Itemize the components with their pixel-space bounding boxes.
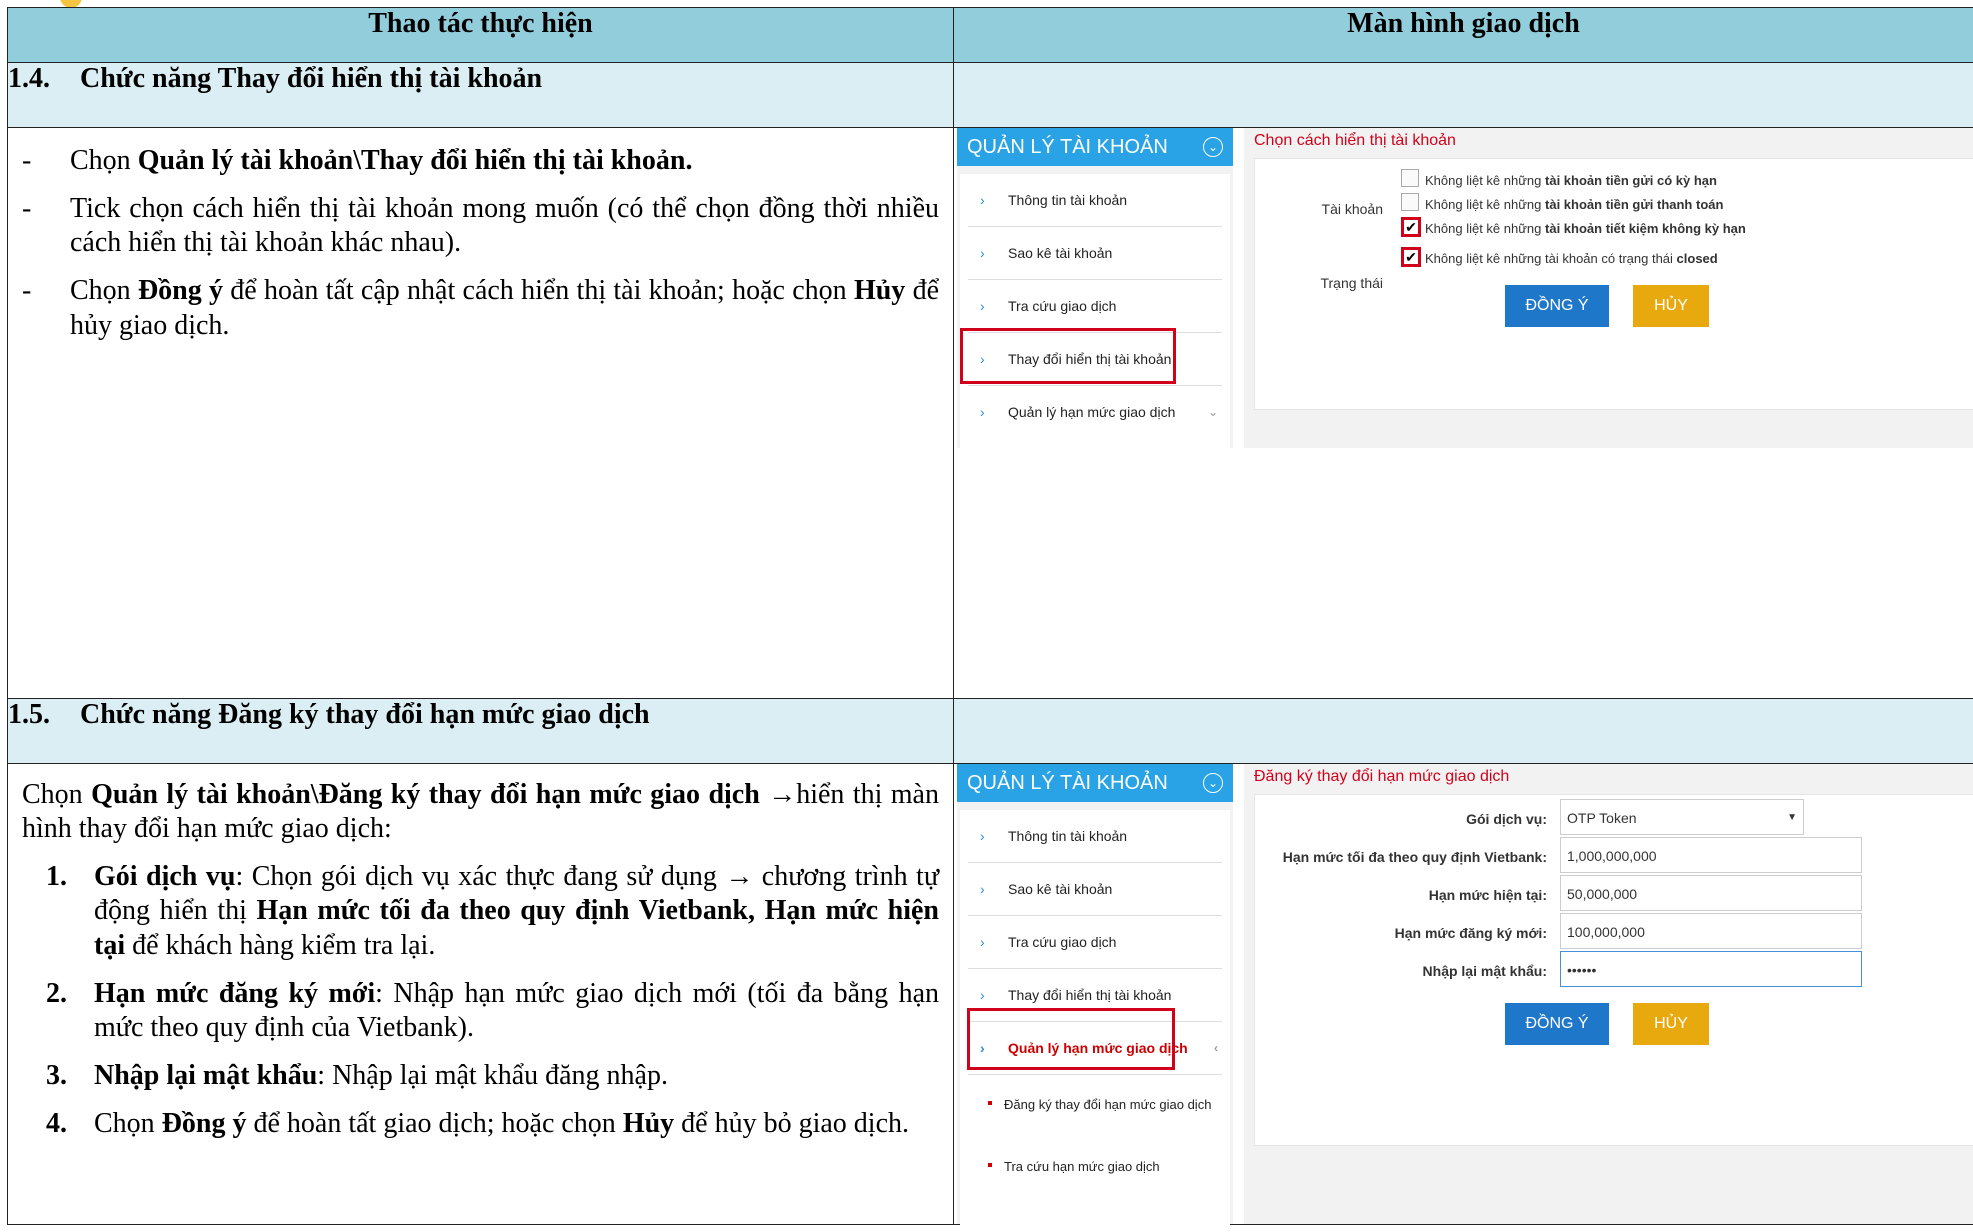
section-title-1-4: 1.4.Chức năng Thay đổi hiển thị tài khoả…	[8, 63, 954, 128]
chevron-down-icon: ⌄	[1208, 386, 1218, 438]
max-limit-field[interactable]: 1,000,000,000	[1560, 837, 1862, 873]
bullet-icon	[988, 1163, 992, 1167]
submenu-register-limit[interactable]: Đăng ký thay đổi hạn mức giao dịch	[960, 1095, 1230, 1135]
chevron-right-icon: ›	[980, 863, 985, 915]
step: 1.Gói dịch vụ: Chọn gói dịch vụ xác thực…	[46, 860, 939, 962]
step: -Chọn Đồng ý để hoàn tất cập nhật cách h…	[22, 274, 939, 342]
chevron-left-icon: ‹	[1214, 1022, 1218, 1074]
section-title-1-5: 1.5.Chức năng Đăng ký thay đổi hạn mức g…	[8, 699, 954, 764]
checkbox-closed-status[interactable]: ✔	[1401, 247, 1421, 267]
checkbox-payment-deposit[interactable]	[1401, 193, 1419, 211]
chevron-right-icon: ›	[980, 280, 985, 332]
section-1-4-screenshot: QUẢN LÝ TÀI KHOẢN⌄ ›Thông tin tài khoản …	[954, 128, 1973, 699]
menu-item-statement[interactable]: ›Sao kê tài khoản	[968, 863, 1222, 916]
checkbox-savings-no-term[interactable]: ✔	[1401, 217, 1421, 237]
step: 2.Hạn mức đăng ký mới: Nhập hạn mức giao…	[46, 977, 939, 1045]
menu-item-account-info[interactable]: ›Thông tin tài khoản	[968, 810, 1222, 863]
label-service-package: Gói dịch vụ:	[1255, 811, 1547, 827]
chevron-right-icon: ›	[980, 174, 985, 226]
menu-item-transaction-lookup[interactable]: ›Tra cứu giao dịch	[968, 280, 1222, 333]
panel-title: Đăng ký thay đổi hạn mức giao dịch	[1254, 768, 1509, 786]
step: 4.Chọn Đồng ý để hoàn tất giao dịch; hoặ…	[46, 1107, 939, 1141]
chevron-down-icon[interactable]: ⌄	[1203, 773, 1223, 793]
step: -Chọn Quản lý tài khoản\Thay đổi hiển th…	[22, 144, 939, 178]
chevron-right-icon: ›	[980, 916, 985, 968]
menu-item-limit-management[interactable]: ›Quản lý hạn mức giao dịch⌄	[968, 386, 1222, 438]
label-account: Tài khoản	[1295, 201, 1383, 217]
current-limit-field[interactable]: 50,000,000	[1560, 875, 1862, 911]
panel-title: Chọn cách hiển thị tài khoản	[1254, 132, 1456, 150]
new-limit-field[interactable]: 100,000,000	[1560, 913, 1862, 949]
limit-form-panel: Gói dịch vụ: OTP Token▼ Hạn mức tối đa t…	[1254, 794, 1973, 1146]
chevron-down-icon[interactable]: ⌄	[1203, 137, 1223, 157]
label-password: Nhập lại mật khẩu:	[1255, 963, 1547, 979]
label-current-limit: Hạn mức hiện tại:	[1255, 887, 1547, 903]
highlight-box	[960, 328, 1176, 384]
section-1-5-steps: Chọn Quản lý tài khoản\Đăng ký thay đổi …	[8, 764, 954, 1225]
section-1-5-screenshot: QUẢN LÝ TÀI KHOẢN⌄ ›Thông tin tài khoản …	[954, 764, 1973, 1225]
step: 3.Nhập lại mật khẩu: Nhập lại mật khẩu đ…	[46, 1059, 939, 1093]
display-options-panel: Tài khoản Trạng thái Không liệt kê những…	[1254, 158, 1973, 410]
agree-button[interactable]: ĐỒNG Ý	[1505, 285, 1609, 327]
column-header-actions: Thao tác thực hiện	[8, 8, 954, 63]
menu-item-statement[interactable]: ›Sao kê tài khoản	[968, 227, 1222, 280]
cancel-button[interactable]: HỦY	[1633, 1003, 1709, 1045]
label-new-limit: Hạn mức đăng ký mới:	[1255, 925, 1547, 941]
agree-button[interactable]: ĐỒNG Ý	[1505, 1003, 1609, 1045]
chevron-down-icon: ▼	[1787, 800, 1797, 836]
submenu-lookup-limit[interactable]: Tra cứu hạn mức giao dịch	[960, 1157, 1230, 1177]
label-status: Trạng thái	[1295, 275, 1383, 291]
step: -Tick chọn cách hiển thị tài khoản mong …	[22, 192, 939, 260]
instruction-table: Thao tác thực hiện Màn hình giao dịch 1.…	[7, 7, 1973, 1225]
bullet-icon	[988, 1101, 992, 1105]
checkbox-term-deposit[interactable]	[1401, 169, 1419, 187]
menu-item-account-info[interactable]: ›Thông tin tài khoản	[968, 174, 1222, 227]
cancel-button[interactable]: HỦY	[1633, 285, 1709, 327]
label-max-limit: Hạn mức tối đa theo quy định Vietbank:	[1255, 849, 1547, 865]
section-1-4-steps: -Chọn Quản lý tài khoản\Thay đổi hiển th…	[8, 128, 954, 699]
intro-text: Chọn Quản lý tài khoản\Đăng ký thay đổi …	[22, 778, 939, 846]
chevron-right-icon: ›	[980, 810, 985, 862]
password-field[interactable]: ••••••	[1560, 951, 1862, 987]
account-menu: QUẢN LÝ TÀI KHOẢN⌄ ›Thông tin tài khoản …	[957, 764, 1233, 1224]
chevron-right-icon: ›	[980, 386, 985, 438]
menu-item-transaction-lookup[interactable]: ›Tra cứu giao dịch	[968, 916, 1222, 969]
highlight-box	[967, 1008, 1175, 1070]
chevron-right-icon: ›	[980, 227, 985, 279]
service-package-select[interactable]: OTP Token▼	[1560, 799, 1804, 835]
account-menu: QUẢN LÝ TÀI KHOẢN⌄ ›Thông tin tài khoản …	[957, 128, 1233, 448]
column-header-screens: Màn hình giao dịch	[954, 8, 1973, 63]
